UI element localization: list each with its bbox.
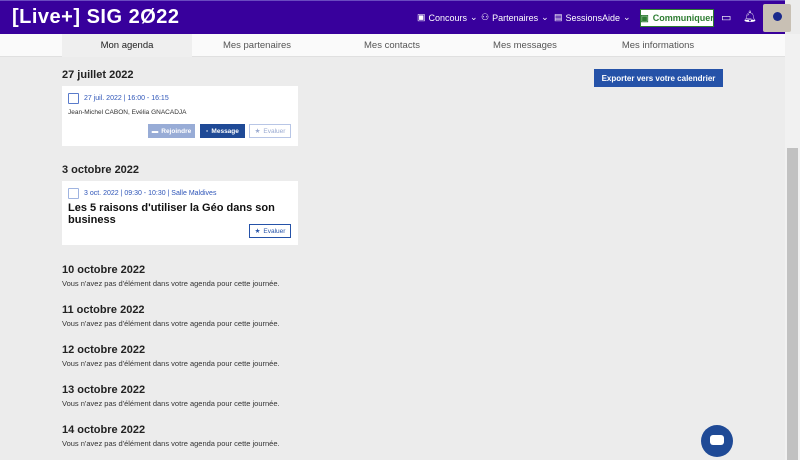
empty-message: Vous n'avez pas d'élément dans votre age… bbox=[62, 359, 280, 368]
empty-message: Vous n'avez pas d'élément dans votre age… bbox=[62, 279, 280, 288]
trophy-icon: ▣ bbox=[417, 12, 426, 22]
day-heading: 10 octobre 2022 bbox=[62, 264, 146, 276]
chevron-down-icon: ⌄ bbox=[623, 12, 631, 22]
day-heading: 11 octobre 2022 bbox=[62, 304, 145, 316]
session-time: 3 oct. 2022 | 09:30 - 10:30 | Salle Mald… bbox=[84, 190, 217, 197]
agenda-card: 3 oct. 2022 | 09:30 - 10:30 | Salle Mald… bbox=[62, 181, 298, 245]
nav-partenaires[interactable]: ⚇ Partenaires ⌄ bbox=[481, 12, 549, 23]
join-button[interactable]: ▬ Rejoindre bbox=[148, 124, 195, 138]
chevron-down-icon: ⌄ bbox=[470, 12, 478, 22]
chat-icon: ▣ bbox=[640, 12, 649, 23]
logo[interactable]: [Live+] SIG 2Ø22 bbox=[12, 6, 180, 29]
empty-message: Vous n'avez pas d'élément dans votre age… bbox=[62, 319, 280, 328]
empty-message: Vous n'avez pas d'élément dans votre age… bbox=[62, 399, 280, 408]
tab-mes-informations[interactable]: Mes informations bbox=[593, 34, 723, 57]
star-icon: ★ bbox=[254, 228, 261, 235]
message-icon: ▫ bbox=[206, 127, 209, 135]
tab-mon-agenda[interactable]: Mon agenda bbox=[62, 34, 192, 57]
message-button[interactable]: ▫ Message bbox=[200, 124, 245, 138]
day-heading: 3 octobre 2022 bbox=[62, 164, 140, 176]
video-icon: ▬ bbox=[151, 127, 159, 135]
tab-mes-messages[interactable]: Mes messages bbox=[460, 34, 590, 57]
nav-sessions[interactable]: ▤ Sessions bbox=[554, 12, 602, 23]
export-calendar-button[interactable]: Exporter vers votre calendrier bbox=[594, 69, 723, 87]
star-icon: ★ bbox=[254, 128, 261, 135]
scrollbar-thumb[interactable] bbox=[787, 148, 798, 460]
empty-message: Vous n'avez pas d'élément dans votre age… bbox=[62, 439, 280, 448]
messages-icon[interactable]: ▭ bbox=[721, 11, 731, 24]
partners-icon: ⚇ bbox=[481, 12, 490, 22]
chevron-down-icon: ⌄ bbox=[541, 12, 549, 22]
communicate-button[interactable]: ▣ Communiquer bbox=[640, 9, 714, 27]
calendar-icon bbox=[68, 93, 79, 104]
tab-bar: Mon agenda Mes partenaires Mes contacts … bbox=[0, 34, 785, 57]
rate-button[interactable]: ★ Evaluer bbox=[249, 224, 291, 238]
session-title[interactable]: Les 5 raisons d'utiliser la Géo dans son… bbox=[68, 202, 298, 226]
tab-mes-partenaires[interactable]: Mes partenaires bbox=[192, 34, 322, 57]
day-heading: 27 juillet 2022 bbox=[62, 69, 134, 81]
nav-aide[interactable]: Aide ⌄ bbox=[602, 12, 631, 23]
day-heading: 12 octobre 2022 bbox=[62, 344, 146, 356]
agenda-card: 27 juil. 2022 | 16:00 - 16:15 Jean-Miche… bbox=[62, 86, 298, 146]
chat-bubble-button[interactable] bbox=[701, 425, 733, 457]
sessions-icon: ▤ bbox=[554, 12, 563, 22]
top-header: [Live+] SIG 2Ø22 ▣ Concours ⌄ ⚇ Partenaires… bbox=[0, 0, 791, 34]
tab-mes-contacts[interactable]: Mes contacts bbox=[327, 34, 457, 57]
nav-concours[interactable]: ▣ Concours ⌄ bbox=[417, 12, 478, 23]
scrollbar[interactable] bbox=[785, 34, 800, 460]
meeting-time: 27 juil. 2022 | 16:00 - 16:15 bbox=[84, 95, 169, 102]
participants: Jean-Michel CABON, Evélia GNACADJA bbox=[68, 109, 187, 116]
session-icon bbox=[68, 188, 79, 199]
avatar[interactable] bbox=[763, 4, 791, 32]
day-heading: 13 octobre 2022 bbox=[62, 384, 146, 396]
day-heading: 14 octobre 2022 bbox=[62, 424, 146, 436]
bell-icon[interactable]: 🔔︎ bbox=[743, 10, 757, 23]
rate-button[interactable]: ★ Evaluer bbox=[249, 124, 291, 138]
